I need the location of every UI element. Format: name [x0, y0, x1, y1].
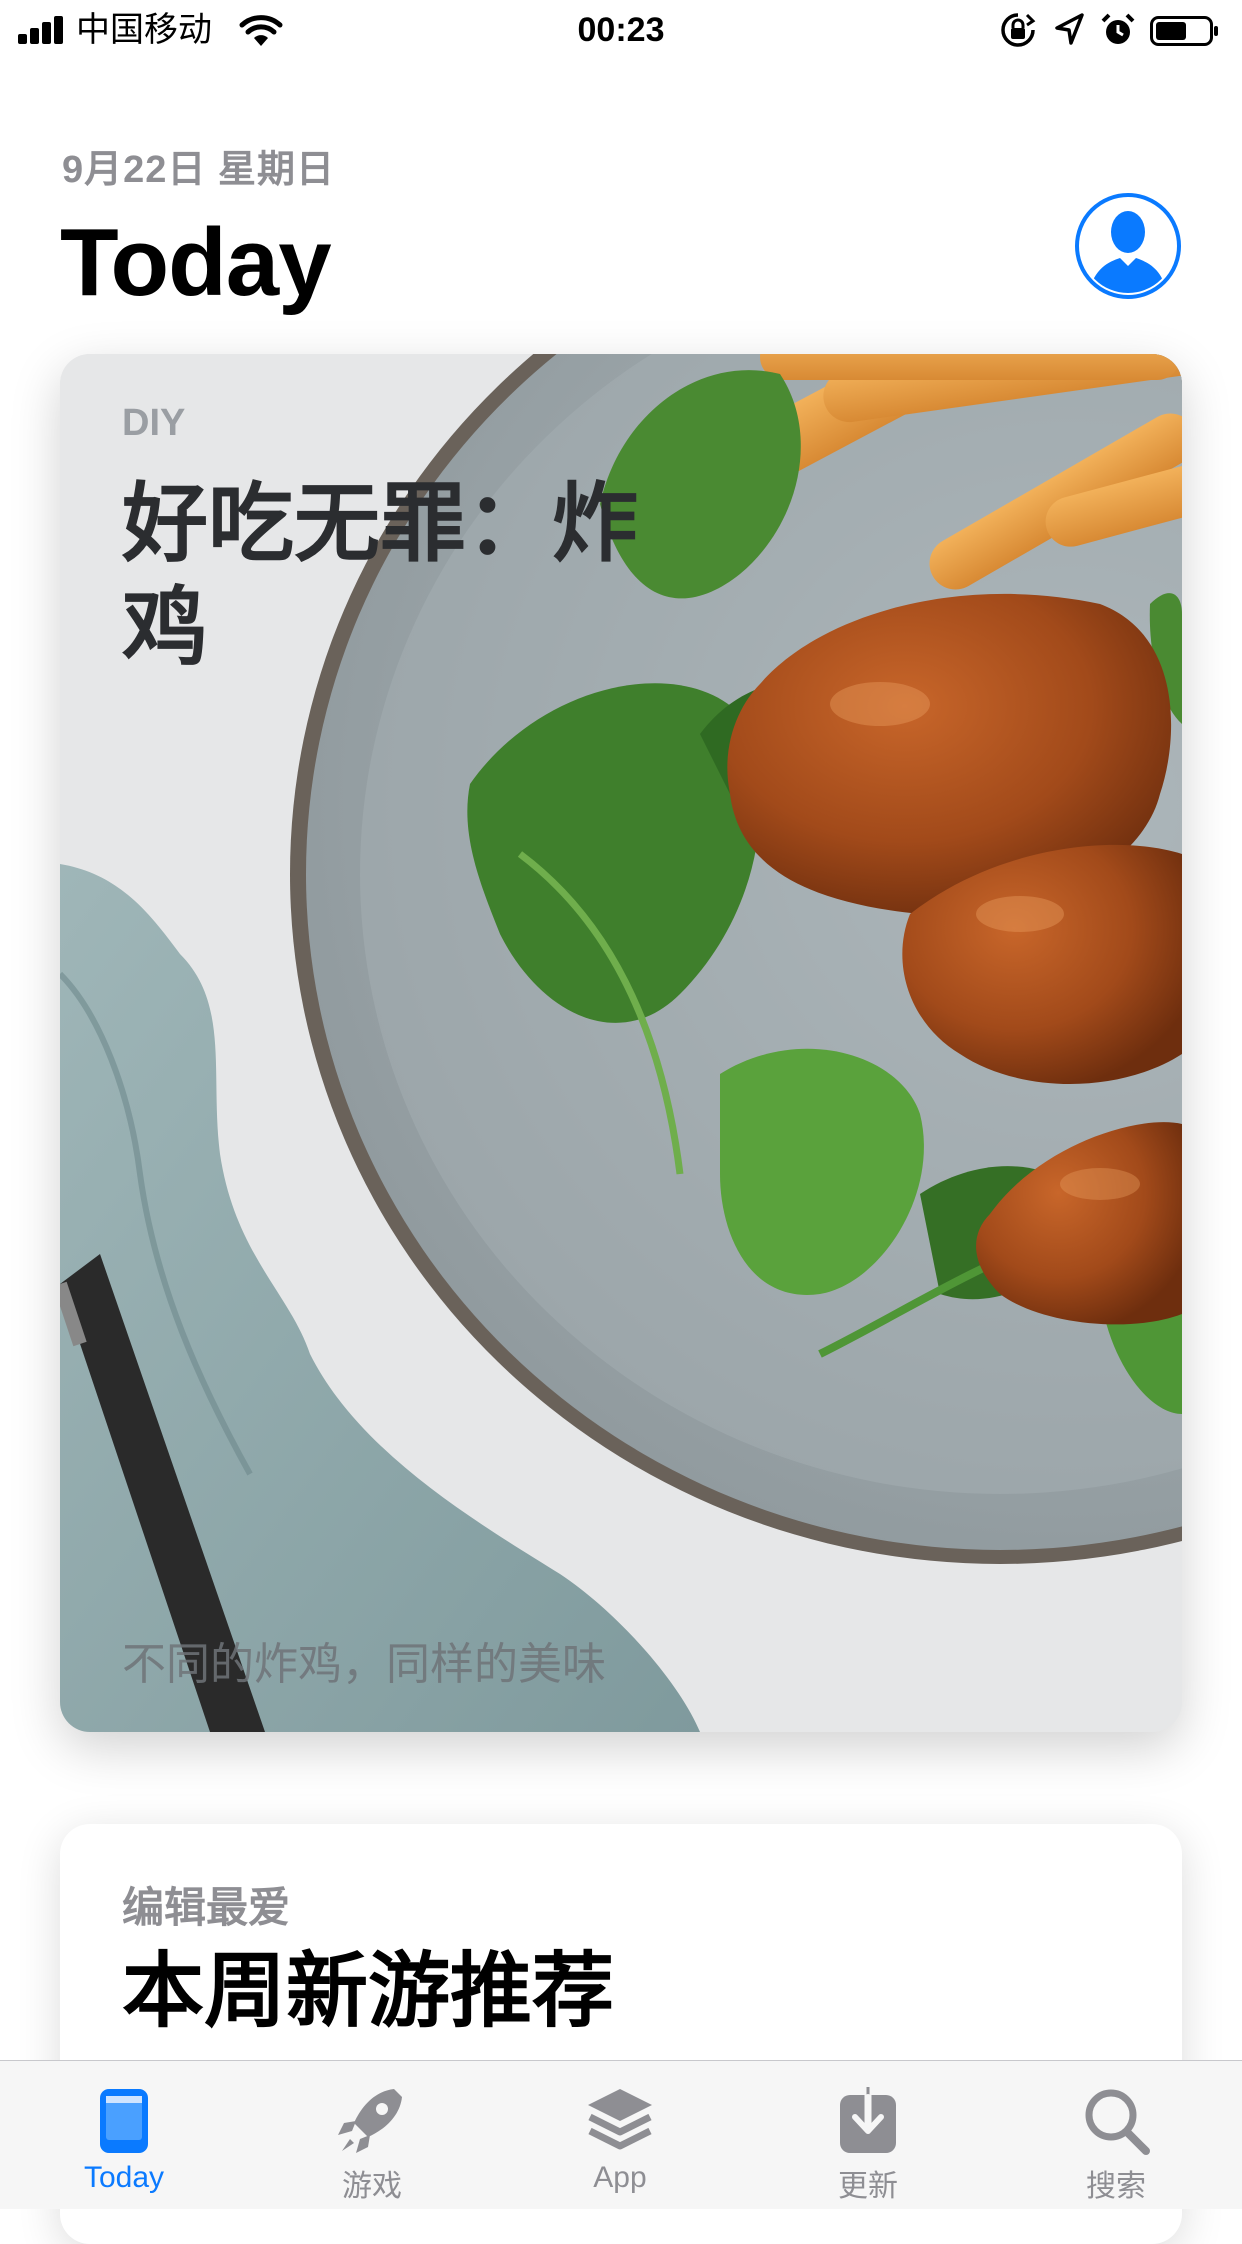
location-icon — [1055, 13, 1084, 45]
account-avatar-button[interactable] — [1074, 192, 1182, 300]
featured-story-card[interactable]: DIY 好吃无罪：炸鸡 不同的炸鸡，同样的美味 — [60, 354, 1182, 1732]
tab-label: 搜索 — [1086, 2170, 1146, 2203]
layers-icon — [588, 2089, 652, 2150]
tab-games[interactable]: 游戏 — [248, 2061, 496, 2209]
download-icon — [840, 2087, 896, 2153]
card-category: 编辑最爱 — [122, 1884, 291, 1931]
tab-apps[interactable]: App — [496, 2061, 744, 2209]
tab-search[interactable]: 搜索 — [992, 2061, 1240, 2209]
tab-label: Today — [83, 2161, 165, 2194]
tab-bar: Today 游戏 App 更新 搜索 — [0, 2060, 1242, 2209]
rocket-icon — [338, 2089, 402, 2153]
search-icon — [1085, 2089, 1150, 2155]
status-bar: 中国移动 00:23 — [0, 0, 1242, 62]
story-title: 好吃无罪：炸鸡 — [122, 476, 638, 676]
tab-updates[interactable]: 更新 — [744, 2061, 992, 2209]
story-category: DIY — [122, 402, 186, 444]
rotation-lock-icon — [1001, 13, 1036, 47]
page-title: Today — [60, 209, 332, 316]
date-label: 9月22日 星期日 — [62, 149, 335, 191]
story-subtitle: 不同的炸鸡，同样的美味 — [122, 1640, 606, 1689]
tab-label: 游戏 — [342, 2170, 402, 2203]
tab-today[interactable]: Today — [0, 2061, 248, 2209]
card-title: 本周新游推荐 — [122, 1946, 615, 2037]
tab-label: 更新 — [838, 2170, 898, 2203]
battery-icon — [1150, 16, 1218, 46]
today-icon — [100, 2089, 148, 2153]
tab-label: App — [593, 2161, 647, 2194]
alarm-icon — [1101, 13, 1135, 44]
